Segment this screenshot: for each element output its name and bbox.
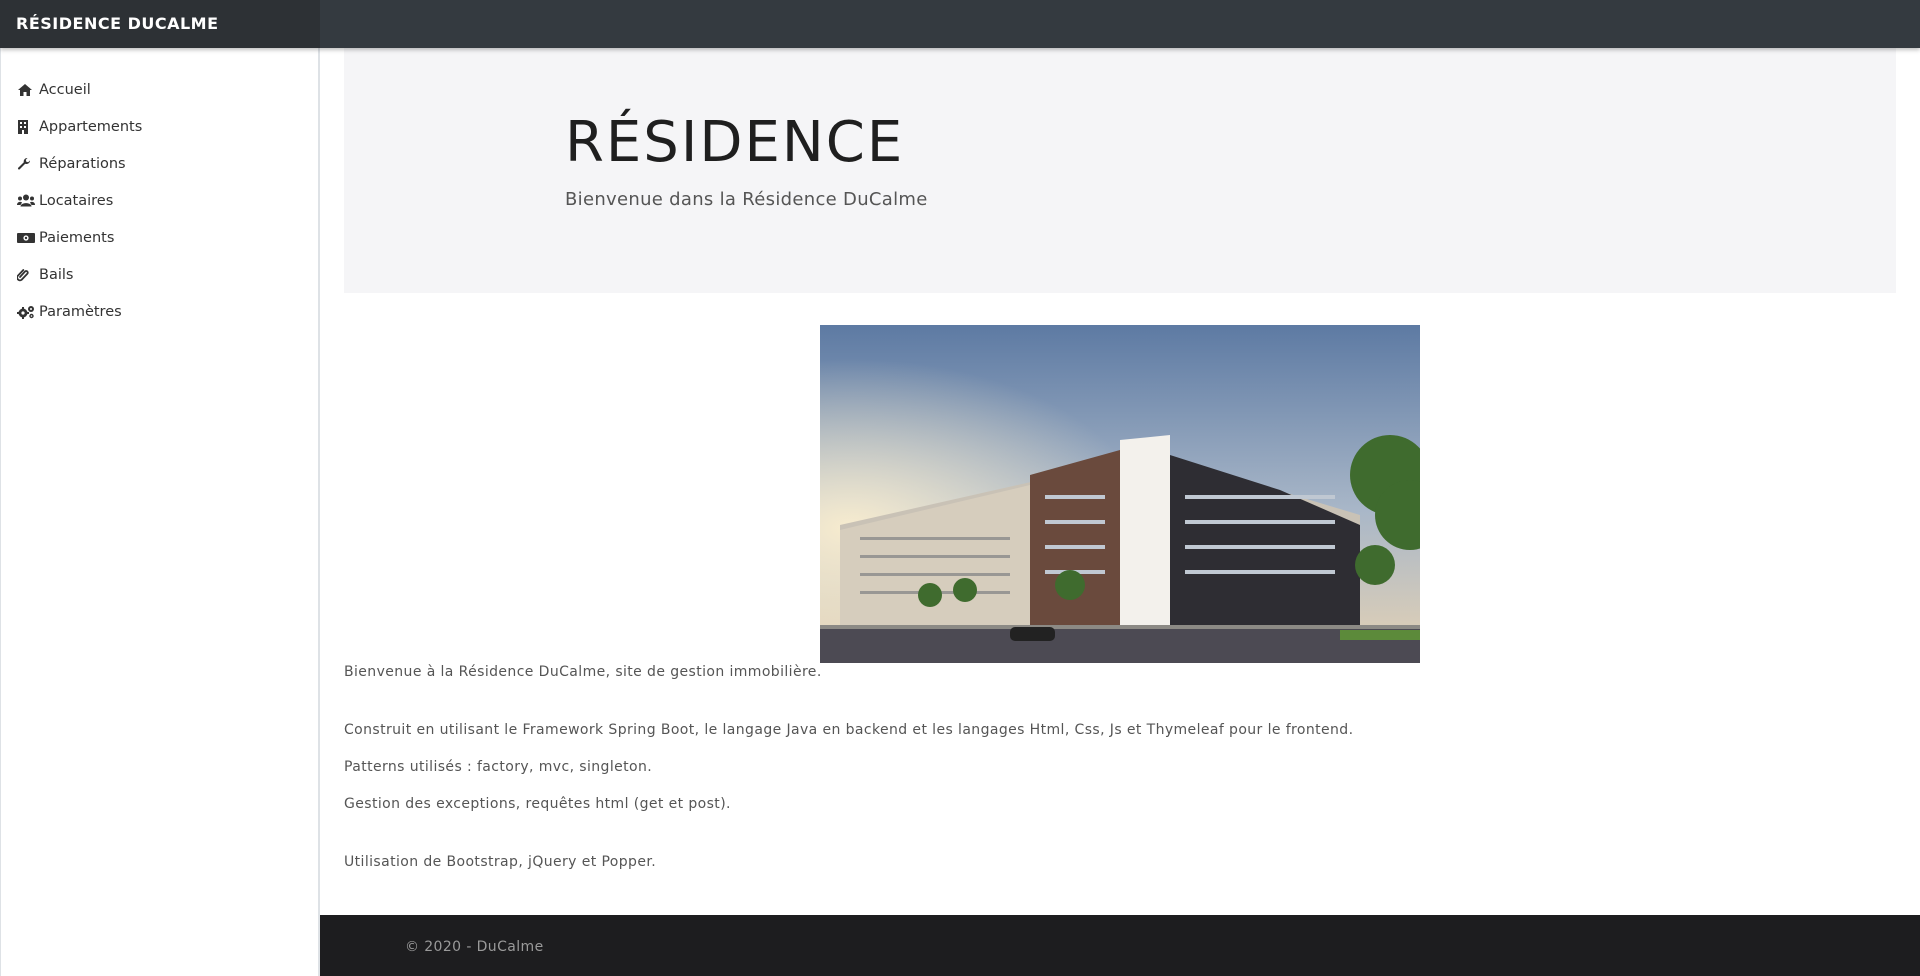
users-icon: [17, 193, 35, 209]
libraries-paragraph: Utilisation de Bootstrap, jQuery et Popp…: [344, 854, 657, 870]
sidebar-item-reparations[interactable]: Réparations: [1, 145, 318, 182]
sidebar-item-label: Paramètres: [39, 303, 122, 320]
sidebar-item-appartements[interactable]: Appartements: [1, 108, 318, 145]
footer: © 2020 - DuCalme: [320, 915, 1920, 976]
building-icon: [17, 119, 35, 135]
sidebar-item-label: Réparations: [39, 155, 126, 172]
sidebar-item-label: Accueil: [39, 81, 91, 98]
sidebar-item-parametres[interactable]: Paramètres: [1, 293, 318, 330]
residence-photo: [820, 325, 1420, 663]
page-title: RÉSIDENCE: [565, 110, 905, 175]
sidebar-item-label: Bails: [39, 266, 74, 283]
jumbotron: RÉSIDENCE Bienvenue dans la Résidence Du…: [344, 48, 1896, 293]
sidebar-item-bails[interactable]: Bails: [1, 256, 318, 293]
page-subtitle: Bienvenue dans la Résidence DuCalme: [565, 189, 928, 210]
sidebar-item-label: Appartements: [39, 118, 143, 135]
main-content: RÉSIDENCE Bienvenue dans la Résidence Du…: [320, 48, 1920, 976]
top-navbar: RÉSIDENCE DUCALME: [0, 0, 1920, 48]
tech-paragraph: Construit en utilisant le Framework Spri…: [344, 722, 1354, 738]
sidebar: Accueil Appartements Réparations Locatai…: [0, 48, 320, 976]
copyright-text: © 2020 - DuCalme: [405, 939, 544, 955]
sidebar-item-label: Locataires: [39, 192, 114, 209]
exceptions-paragraph: Gestion des exceptions, requêtes html (g…: [344, 796, 731, 812]
wrench-icon: [17, 156, 35, 172]
sidebar-item-locataires[interactable]: Locataires: [1, 182, 318, 219]
sidebar-item-paiements[interactable]: Paiements: [1, 219, 318, 256]
sidebar-item-accueil[interactable]: Accueil: [1, 71, 318, 108]
sidebar-item-label: Paiements: [39, 229, 115, 246]
patterns-paragraph: Patterns utilisés : factory, mvc, single…: [344, 759, 653, 775]
home-icon: [17, 82, 35, 98]
money-bill-icon: [17, 230, 35, 246]
paperclip-icon: [17, 267, 35, 283]
cogs-icon: [17, 304, 35, 320]
intro-paragraph: Bienvenue à la Résidence DuCalme, site d…: [344, 664, 822, 680]
brand-link[interactable]: RÉSIDENCE DUCALME: [0, 0, 320, 48]
